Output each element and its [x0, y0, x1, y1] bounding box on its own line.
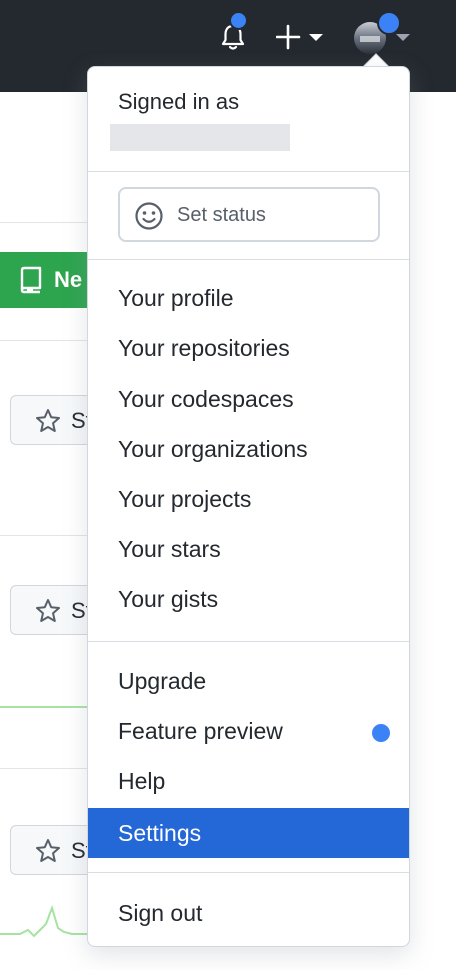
new-button-label: Ne: [54, 267, 83, 292]
menu-divider: [88, 171, 409, 172]
set-status-button[interactable]: Set status: [118, 187, 380, 242]
menu-item-your-gists[interactable]: Your gists: [88, 574, 409, 624]
menu-item-label: Your projects: [118, 486, 252, 512]
set-status-label: Set status: [177, 204, 266, 226]
menu-item-your-profile[interactable]: Your profile: [88, 273, 409, 323]
menu-item-feature-preview[interactable]: Feature preview: [88, 706, 409, 756]
notifications-bell-icon[interactable]: [218, 11, 248, 52]
menu-item-label: Your gists: [118, 586, 219, 612]
menu-item-label: Your repositories: [118, 335, 290, 361]
menu-item-label: Feature preview: [118, 718, 283, 744]
menu-item-settings[interactable]: Settings: [88, 808, 409, 858]
notification-dot: [229, 11, 248, 30]
menu-item-label: Help: [118, 768, 166, 794]
activity-sparkline: [0, 706, 100, 708]
menu-divider: [88, 641, 409, 642]
menu-item-label: Settings: [118, 820, 202, 846]
activity-sparkline: [0, 904, 100, 938]
menu-item-upgrade[interactable]: Upgrade: [88, 656, 409, 706]
sign-out-label: Sign out: [118, 900, 203, 926]
menu-item-label: Your codespaces: [118, 386, 294, 412]
background-divider: [0, 340, 100, 341]
avatar-notification-dot: [377, 11, 401, 35]
smiley-icon: [135, 202, 163, 230]
background-divider: [0, 222, 100, 223]
background-divider: [0, 768, 100, 769]
signed-in-label: Signed in as: [118, 89, 240, 114]
sign-out-button[interactable]: Sign out: [88, 888, 409, 938]
user-dropdown-menu: Signed in as Set status Your profile You…: [87, 66, 410, 947]
star-icon: [36, 839, 60, 862]
repo-icon: [20, 266, 42, 294]
menu-divider: [88, 259, 409, 260]
menu-item-your-repositories[interactable]: Your repositories: [88, 323, 409, 373]
menu-item-label: Your organizations: [118, 436, 308, 462]
menu-item-your-organizations[interactable]: Your organizations: [88, 424, 409, 474]
menu-divider: [88, 872, 409, 873]
background-divider: [0, 535, 100, 536]
new-feature-dot: [372, 724, 390, 742]
menu-item-label: Your stars: [118, 536, 221, 562]
star-icon: [36, 409, 60, 432]
menu-item-label: Upgrade: [118, 668, 207, 694]
menu-item-label: Your profile: [118, 285, 234, 311]
menu-item-your-projects[interactable]: Your projects: [88, 474, 409, 524]
new-repository-button[interactable]: Ne: [0, 252, 96, 308]
menu-item-your-stars[interactable]: Your stars: [88, 524, 409, 574]
username-placeholder: [110, 124, 290, 151]
avatar-menu-button[interactable]: [352, 11, 412, 56]
create-new-button[interactable]: [275, 24, 326, 50]
menu-item-help[interactable]: Help: [88, 756, 409, 806]
menu-item-your-codespaces[interactable]: Your codespaces: [88, 374, 409, 424]
star-icon: [36, 599, 60, 622]
